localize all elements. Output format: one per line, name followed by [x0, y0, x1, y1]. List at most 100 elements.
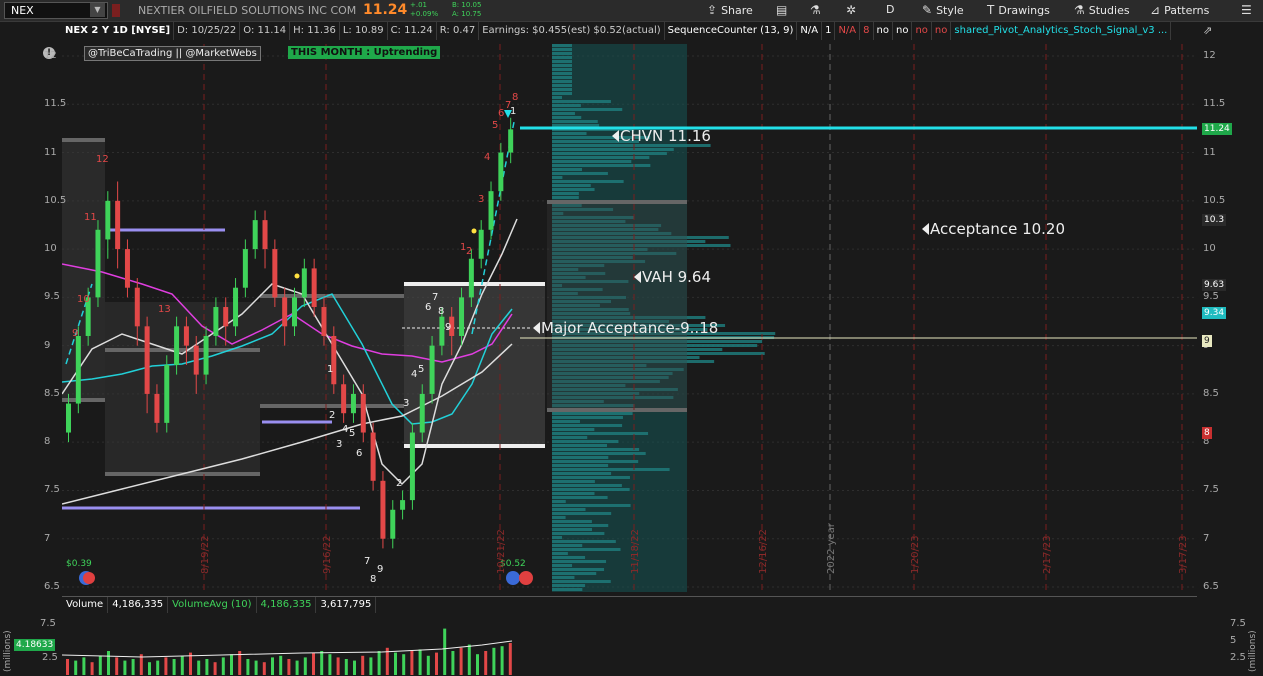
- candle-body: [419, 393, 425, 433]
- clipboard-icon: ▤: [776, 3, 788, 17]
- candle-body: [370, 432, 376, 481]
- candle-body: [282, 297, 288, 327]
- earnings-mark: $0.39: [66, 559, 92, 569]
- left-triangle-icon: [922, 223, 929, 235]
- price-tick: 9.5: [1203, 291, 1219, 303]
- sequence-count: 2: [466, 246, 472, 257]
- candle-body: [144, 326, 150, 394]
- candle-body: [124, 249, 130, 288]
- period-button[interactable]: D: [886, 3, 894, 16]
- volume-bar: [500, 646, 504, 675]
- candle-body: [183, 326, 189, 346]
- volume-bar: [107, 651, 110, 675]
- sequence-count: 4: [411, 369, 417, 380]
- sequence-count: 5: [492, 120, 498, 131]
- volume-value: 4,186,335: [108, 597, 169, 613]
- drawings-button[interactable]: T Drawings: [987, 3, 1050, 17]
- sequence-count: 5: [349, 428, 355, 439]
- sequence-count: 4: [484, 152, 490, 163]
- bar-low: L: 10.89: [340, 22, 388, 40]
- style-button[interactable]: ✎ Style: [922, 3, 964, 17]
- major-acceptance-label: Major Acceptance-9..18: [533, 319, 718, 337]
- candle-body: [105, 200, 111, 240]
- more-button[interactable]: ☰: [1241, 3, 1252, 17]
- sequence-count: 12: [96, 154, 109, 165]
- volume-bar: [410, 651, 414, 675]
- earnings-icon: [79, 571, 95, 585]
- price-tick: 11: [1203, 146, 1216, 158]
- volume-avg-value: 4,186,335: [257, 597, 317, 613]
- seq-val: 1: [822, 22, 836, 40]
- volume-label[interactable]: Volume: [62, 597, 109, 613]
- earnings-info: Earnings: $0.455(est) $0.52(actual): [479, 22, 665, 40]
- volume-bar: [287, 659, 291, 675]
- chart-window: { "toolbar": { "symbol": "NEX", "company…: [0, 0, 1263, 676]
- volume-bar: [295, 660, 299, 675]
- seq-counter-label[interactable]: SequenceCounter (13, 9): [665, 22, 798, 40]
- volume-bar: [443, 628, 447, 675]
- candle-body: [429, 345, 435, 394]
- seq-val: no: [912, 22, 932, 40]
- vah-label: VAH 9.64: [634, 268, 711, 286]
- price-tick: 10: [44, 243, 57, 255]
- price-tick: 12: [44, 50, 57, 61]
- seq-val: no: [932, 22, 952, 40]
- date-label: 1/20/23: [910, 535, 921, 574]
- symbol-dropdown-icon[interactable]: ▼: [90, 3, 105, 17]
- patterns-button[interactable]: ⊿ Patterns: [1150, 3, 1209, 17]
- gear-icon: ✲: [846, 3, 857, 17]
- chart-title: NEX 2 Y 1D [NYSE]: [62, 22, 175, 40]
- volume-bar: [197, 660, 201, 675]
- more-icon: ☰: [1241, 3, 1252, 17]
- expand-icon[interactable]: ⇗: [1203, 24, 1212, 37]
- price-axis[interactable]: 121211.511.5111110.510.510109.59.5998.58…: [44, 44, 1263, 592]
- volume-bar: [402, 654, 406, 675]
- share-button[interactable]: ⇪ Share: [707, 3, 753, 17]
- price-tick: 7: [44, 532, 51, 544]
- flask-button[interactable]: ⚗: [810, 3, 821, 17]
- company-name: NEXTIER OILFIELD SOLUTIONS INC COM: [138, 4, 357, 17]
- price-badge: 10.3: [1202, 214, 1227, 227]
- clipboard-button[interactable]: ▤: [776, 3, 787, 17]
- bid-ask: B: 10.05 A: 10.75: [452, 1, 482, 18]
- seq-val: 8: [860, 22, 874, 40]
- volume-bar: [369, 657, 373, 675]
- top-toolbar: NEX ▼ NEXTIER OILFIELD SOLUTIONS INC COM…: [0, 0, 1263, 22]
- sequence-count: 7: [432, 292, 438, 303]
- volume-bar: [131, 659, 135, 675]
- bar-date: D: 10/25/22: [174, 22, 241, 40]
- volume-bar: [205, 659, 209, 675]
- volume-bar: [484, 651, 488, 675]
- settings-button[interactable]: ✲: [846, 3, 856, 17]
- sequence-count: 9: [445, 322, 451, 333]
- volume-bar: [98, 655, 102, 675]
- volume-bar: [164, 657, 168, 675]
- candle-body: [203, 335, 209, 375]
- range-box: [547, 202, 687, 410]
- study-label[interactable]: shared_Pivot_Analytics_Stoch_Signal_v3 .…: [951, 22, 1172, 40]
- volume-bar: [262, 662, 266, 675]
- flag-icon[interactable]: [112, 4, 120, 17]
- volume-bar: [156, 660, 160, 675]
- price-badge: 9.63: [1202, 278, 1227, 291]
- volume-bar: [90, 662, 94, 675]
- drawings-icon: T: [987, 3, 995, 17]
- volume-bar: [213, 662, 217, 675]
- price-tick: 8: [44, 436, 51, 448]
- left-triangle-icon: [634, 271, 641, 283]
- candle-body: [409, 432, 415, 501]
- price-tick: 9: [44, 339, 51, 351]
- candle-body: [321, 307, 327, 336]
- candle-body: [311, 268, 317, 308]
- bar-close: C: 11.24: [388, 22, 437, 40]
- volume-bar: [344, 659, 348, 675]
- month-tag: THIS MONTH : Uptrending: [288, 46, 441, 59]
- candle-body: [350, 393, 356, 414]
- studies-button[interactable]: ⚗ Studies: [1074, 3, 1130, 17]
- candle-body: [252, 220, 258, 250]
- sequence-count: 11: [84, 212, 97, 223]
- volume-avg-label[interactable]: VolumeAvg (10): [168, 597, 257, 613]
- volume-bar: [254, 660, 258, 675]
- sequence-count: 8: [438, 306, 444, 317]
- price-tick: 11.5: [1203, 98, 1226, 110]
